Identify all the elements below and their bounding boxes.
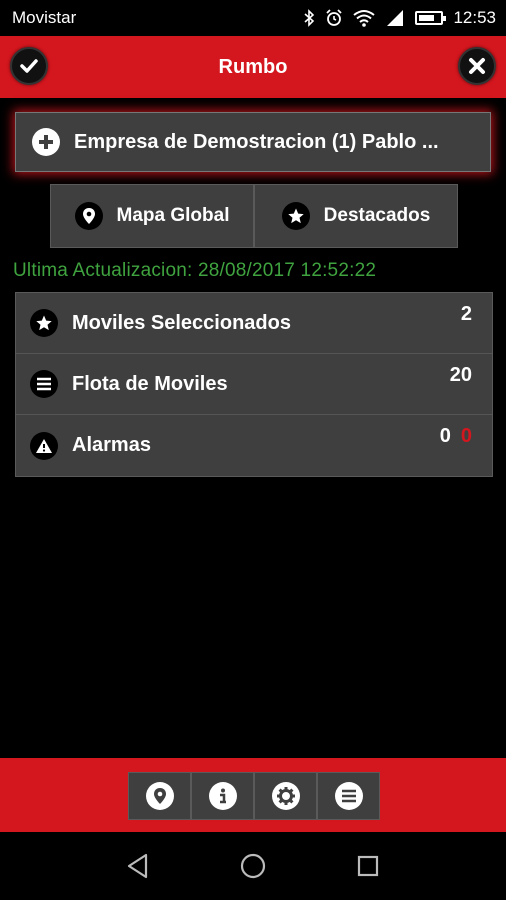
plus-icon: [32, 128, 60, 156]
info-button[interactable]: [191, 772, 254, 820]
last-update-text: Ultima Actualizacion: 28/08/2017 12:52:2…: [13, 260, 377, 281]
alarm-count: 0: [439, 425, 451, 447]
featured-button[interactable]: Destacados: [254, 184, 458, 248]
signal-icon: [387, 10, 404, 26]
menu-button[interactable]: [317, 772, 380, 820]
count-badge: 20: [449, 364, 472, 386]
recents-icon[interactable]: [348, 846, 388, 886]
alarm-icon: [326, 9, 343, 26]
app-bar: Rumbo: [0, 36, 506, 98]
warning-icon: [30, 431, 58, 460]
close-button[interactable]: [458, 47, 496, 85]
summary-list: Moviles Seleccionados 2 Flota de Moviles…: [15, 292, 493, 477]
app-title: Rumbo: [218, 55, 288, 78]
map-button[interactable]: [128, 772, 191, 820]
global-map-button[interactable]: Mapa Global: [50, 184, 254, 248]
map-pin-icon: [74, 202, 103, 230]
check-icon: [20, 59, 38, 73]
status-bar: Movistar 12:53: [0, 0, 506, 36]
company-selector-button[interactable]: Empresa de Demostracion (1) Pablo ...: [15, 112, 491, 172]
list-item-label: Flota de Moviles: [72, 372, 228, 395]
status-time: 12:53: [453, 8, 496, 27]
count-badge: 00: [440, 425, 472, 448]
gear-icon: [271, 782, 300, 810]
tool-group: [128, 772, 380, 820]
home-icon[interactable]: [233, 846, 273, 886]
menu-icon: [30, 370, 58, 398]
star-icon: [281, 202, 310, 230]
bottom-toolbar: [0, 758, 506, 832]
list-item-alarms[interactable]: Alarmas 00: [16, 415, 492, 476]
system-nav-bar: [0, 832, 506, 900]
star-icon: [30, 309, 58, 337]
settings-button[interactable]: [254, 772, 317, 820]
carrier-label: Movistar: [12, 8, 77, 27]
confirm-button[interactable]: [10, 47, 48, 85]
featured-label: Destacados: [323, 205, 431, 226]
global-map-label: Mapa Global: [116, 205, 230, 226]
company-label: Empresa de Demostracion (1) Pablo ...: [74, 130, 439, 153]
back-icon[interactable]: [118, 846, 158, 886]
list-item-label: Moviles Seleccionados: [72, 311, 291, 334]
list-item-fleet[interactable]: Flota de Moviles 20: [16, 354, 492, 415]
info-icon: [208, 782, 237, 810]
menu-icon: [334, 782, 363, 810]
close-icon: [469, 58, 485, 74]
bluetooth-icon: [304, 9, 315, 27]
status-icons: 12:53: [303, 8, 496, 28]
list-item-label: Alarmas: [72, 434, 151, 456]
map-pin-icon: [145, 782, 174, 810]
nav-group: Mapa Global Destacados: [50, 184, 458, 248]
list-item-selected-vehicles[interactable]: Moviles Seleccionados 2: [16, 293, 492, 354]
count-badge: 2: [460, 303, 472, 325]
wifi-icon: [353, 10, 376, 27]
alarm-alert-count: 0: [460, 425, 472, 447]
battery-icon: [415, 11, 447, 25]
